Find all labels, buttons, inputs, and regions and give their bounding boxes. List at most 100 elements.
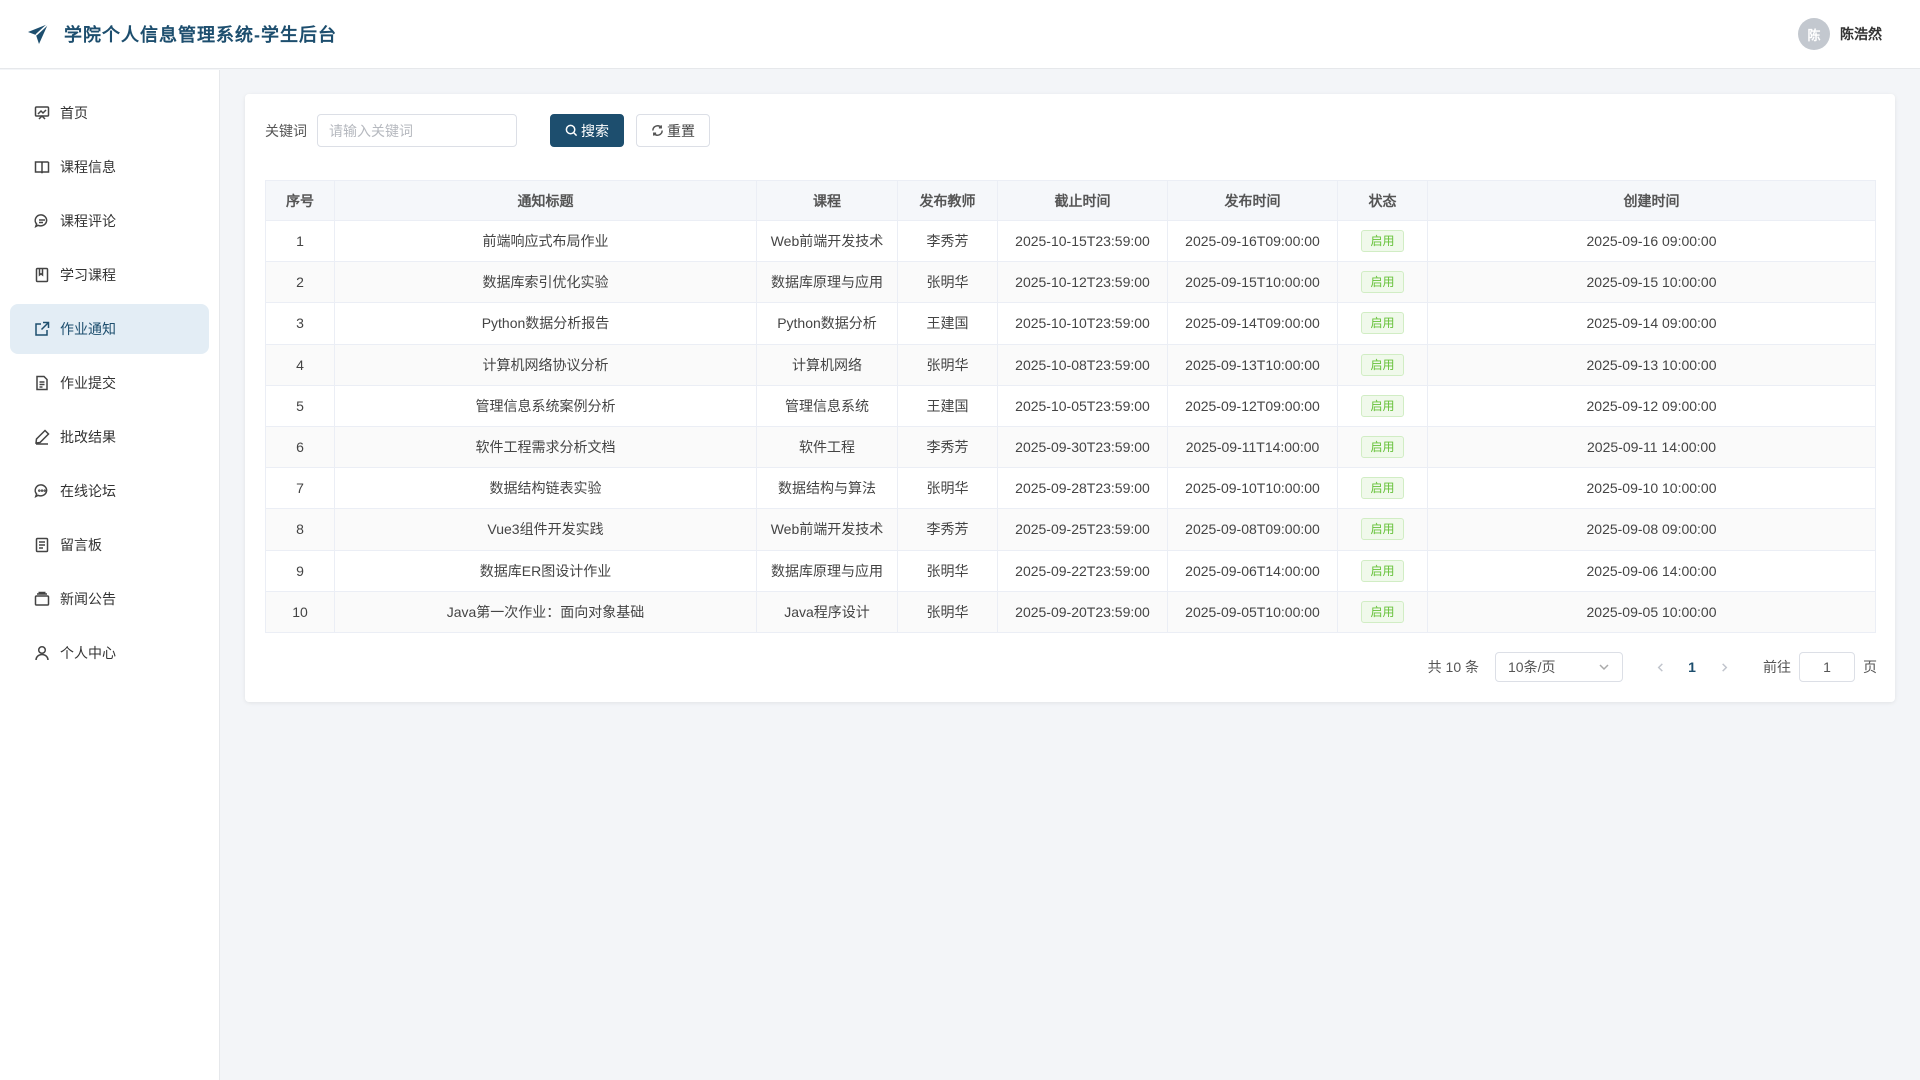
sidebar-item-label: 课程评论 bbox=[60, 213, 116, 229]
search-button-label: 搜索 bbox=[581, 122, 609, 139]
column-header: 课程 bbox=[756, 180, 898, 221]
prev-page-button[interactable] bbox=[1645, 652, 1675, 682]
sidebar-item-homework-submit[interactable]: 作业提交 bbox=[10, 358, 209, 408]
table-cell: 李秀芳 bbox=[897, 508, 998, 551]
column-header: 截止时间 bbox=[997, 180, 1168, 221]
table-cell: 2025-09-11T14:00:00 bbox=[1167, 425, 1338, 469]
sidebar-item-label: 课程信息 bbox=[60, 159, 116, 175]
pagination-total: 共 10 条 bbox=[1427, 659, 1479, 675]
document-icon bbox=[33, 374, 51, 392]
sidebar-item-message-board[interactable]: 留言板 bbox=[10, 520, 209, 570]
table-body: 1 前端响应式布局作业 Web前端开发技术 李秀芳 2025-10-15T23:59:0… bbox=[265, 219, 1876, 633]
table-cell: Vue3组件开发实践 bbox=[334, 508, 757, 551]
dashboard-icon bbox=[33, 104, 51, 122]
paper-plane-icon bbox=[25, 21, 51, 47]
status-badge: 启用 bbox=[1361, 271, 1404, 294]
table-cell: 启用 bbox=[1337, 467, 1428, 510]
table-cell: 计算机网络 bbox=[756, 343, 898, 386]
table-cell: 3 bbox=[265, 302, 335, 345]
table-row[interactable]: 2 数据库索引优化实验 数据库原理与应用 张明华 2025-10-12T23:59:00… bbox=[265, 261, 1876, 304]
news-box-icon bbox=[33, 590, 51, 608]
sidebar-item-news[interactable]: 新闻公告 bbox=[10, 574, 209, 624]
sidebar-item-grading-results[interactable]: 批改结果 bbox=[10, 412, 209, 462]
sidebar-item-profile[interactable]: 个人中心 bbox=[10, 628, 209, 678]
table-cell: 2025-10-10T23:59:00 bbox=[997, 302, 1168, 345]
table-cell: Java第一次作业：面向对象基础 bbox=[334, 590, 757, 633]
chevron-left-icon bbox=[1657, 662, 1663, 672]
sidebar-item-study-courses[interactable]: 学习课程 bbox=[10, 250, 209, 300]
user-name[interactable]: 陈浩然 bbox=[1840, 24, 1882, 44]
table-row[interactable]: 8 Vue3组件开发实践 Web前端开发技术 李秀芳 2025-09-25T23:59:… bbox=[265, 508, 1876, 551]
table-cell: 1 bbox=[265, 219, 335, 263]
table-row[interactable]: 7 数据结构链表实验 数据结构与算法 张明华 2025-09-28T23:59:00 20… bbox=[265, 467, 1876, 510]
table-cell: 2 bbox=[265, 261, 335, 304]
next-page-button[interactable] bbox=[1709, 652, 1739, 682]
table-cell: 2025-09-22T23:59:00 bbox=[997, 549, 1168, 592]
table-cell: 启用 bbox=[1337, 343, 1428, 386]
chevron-down-icon bbox=[1599, 664, 1609, 671]
user-menu[interactable]: 陈 陈浩然 bbox=[1798, 18, 1882, 50]
table-cell: 启用 bbox=[1337, 425, 1428, 469]
table-cell: 2025-09-06T14:00:00 bbox=[1167, 549, 1338, 592]
page-suffix-label: 页 bbox=[1863, 659, 1877, 675]
search-button[interactable]: 搜索 bbox=[550, 114, 624, 147]
sidebar-item-label: 在线论坛 bbox=[60, 483, 116, 499]
keyword-input[interactable] bbox=[317, 114, 517, 147]
avatar[interactable]: 陈 bbox=[1798, 18, 1830, 50]
keyword-label: 关键词 bbox=[265, 122, 307, 139]
table-row[interactable]: 4 计算机网络协议分析 计算机网络 张明华 2025-10-08T23:59:00 202… bbox=[265, 343, 1876, 386]
comment-icon bbox=[33, 212, 51, 230]
table-cell: 2025-09-15 10:00:00 bbox=[1427, 261, 1876, 304]
table-cell: 张明华 bbox=[897, 549, 998, 592]
sidebar-item-course-info[interactable]: 课程信息 bbox=[10, 142, 209, 192]
table-row[interactable]: 6 软件工程需求分析文档 软件工程 李秀芳 2025-09-30T23:59:00 202… bbox=[265, 425, 1876, 469]
status-badge: 启用 bbox=[1361, 312, 1404, 335]
table-cell: 数据库原理与应用 bbox=[756, 261, 898, 304]
book-icon bbox=[33, 158, 51, 176]
table-cell: 6 bbox=[265, 425, 335, 469]
table-cell: 5 bbox=[265, 384, 335, 427]
goto-page-input[interactable] bbox=[1799, 652, 1855, 682]
sidebar-item-online-forum[interactable]: 在线论坛 bbox=[10, 466, 209, 516]
table-cell: 2025-09-14 09:00:00 bbox=[1427, 302, 1876, 345]
table-cell: Web前端开发技术 bbox=[756, 508, 898, 551]
table-cell: Web前端开发技术 bbox=[756, 219, 898, 263]
table-cell: 2025-09-14T09:00:00 bbox=[1167, 302, 1338, 345]
table-row[interactable]: 9 数据库ER图设计作业 数据库原理与应用 张明华 2025-09-22T23:59:0… bbox=[265, 549, 1876, 592]
page-number-current[interactable]: 1 bbox=[1677, 652, 1707, 682]
table-row[interactable]: 3 Python数据分析报告 Python数据分析 王建国 2025-10-10T23:… bbox=[265, 302, 1876, 345]
table-cell: 2025-09-13T10:00:00 bbox=[1167, 343, 1338, 386]
table-cell: 数据库索引优化实验 bbox=[334, 261, 757, 304]
table-cell: Python数据分析 bbox=[756, 302, 898, 345]
user-icon bbox=[33, 644, 51, 662]
sidebar: 首页 课程信息 课程评论 学习课程 作业通知 作业提交 批改结果 在线论坛 留言… bbox=[0, 70, 220, 1080]
table-cell: 计算机网络协议分析 bbox=[334, 343, 757, 386]
table-cell: 2025-10-12T23:59:00 bbox=[997, 261, 1168, 304]
status-badge: 启用 bbox=[1361, 477, 1404, 500]
table-cell: 4 bbox=[265, 343, 335, 386]
table-cell: 10 bbox=[265, 590, 335, 633]
table-cell: 软件工程 bbox=[756, 425, 898, 469]
table-row[interactable]: 10 Java第一次作业：面向对象基础 Java程序设计 张明华 2025-09-20T… bbox=[265, 590, 1876, 633]
table-cell: 李秀芳 bbox=[897, 425, 998, 469]
sidebar-item-course-comments[interactable]: 课程评论 bbox=[10, 196, 209, 246]
reset-button[interactable]: 重置 bbox=[636, 114, 710, 147]
column-header: 序号 bbox=[265, 180, 335, 221]
app-title: 学院个人信息管理系统-学生后台 bbox=[64, 25, 337, 45]
table-cell: 管理信息系统案例分析 bbox=[334, 384, 757, 427]
sidebar-item-home[interactable]: 首页 bbox=[10, 88, 209, 138]
table-cell: 数据库ER图设计作业 bbox=[334, 549, 757, 592]
table-cell: 启用 bbox=[1337, 508, 1428, 551]
sidebar-item-homework-notice[interactable]: 作业通知 bbox=[10, 304, 209, 354]
sidebar-item-label: 作业提交 bbox=[60, 375, 116, 391]
table-cell: 管理信息系统 bbox=[756, 384, 898, 427]
table-cell: 2025-09-30T23:59:00 bbox=[997, 425, 1168, 469]
status-badge: 启用 bbox=[1361, 353, 1404, 376]
table-cell: 启用 bbox=[1337, 261, 1428, 304]
table-cell: 启用 bbox=[1337, 549, 1428, 592]
reset-button-label: 重置 bbox=[667, 122, 695, 139]
table-row[interactable]: 5 管理信息系统案例分析 管理信息系统 王建国 2025-10-05T23:59:00 2… bbox=[265, 384, 1876, 427]
table-row[interactable]: 1 前端响应式布局作业 Web前端开发技术 李秀芳 2025-10-15T23:59:0… bbox=[265, 219, 1876, 263]
page-size-select[interactable]: 10条/页 bbox=[1495, 652, 1623, 682]
column-header: 发布时间 bbox=[1167, 180, 1338, 221]
